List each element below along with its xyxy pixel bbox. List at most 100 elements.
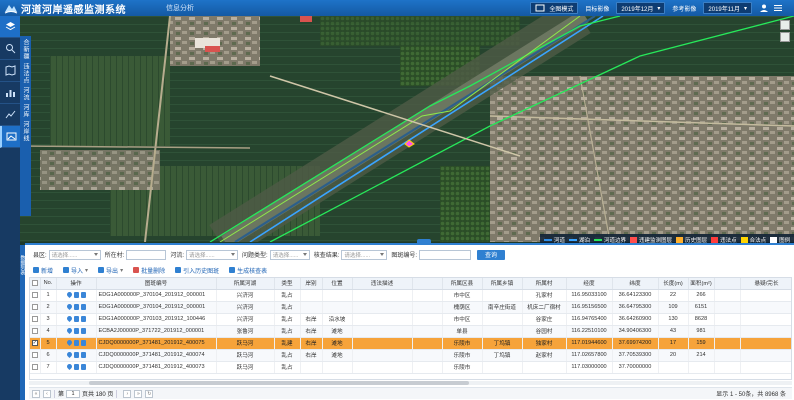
generate-report-button[interactable]: 生成核查表 xyxy=(229,266,267,275)
row-checkbox[interactable] xyxy=(31,315,38,322)
cell-bank: 右岸 xyxy=(300,313,323,326)
row-checkbox-cell[interactable] xyxy=(30,349,41,362)
row-checkbox-cell[interactable]: ✓ xyxy=(30,337,41,350)
panel-collapse-toggle[interactable] xyxy=(417,239,431,245)
legend-swatch xyxy=(569,239,578,241)
row-checkbox-cell[interactable] xyxy=(30,301,41,314)
edit-icon[interactable] xyxy=(73,363,79,370)
user-menu[interactable] xyxy=(755,2,791,14)
row-checkbox[interactable]: ✓ xyxy=(31,339,38,346)
row-checkbox-cell[interactable] xyxy=(30,313,41,326)
row-checkbox-cell[interactable] xyxy=(30,325,41,338)
edit-icon[interactable] xyxy=(73,339,79,346)
edit-icon[interactable] xyxy=(73,303,79,310)
export-button[interactable]: 导出 ▾ xyxy=(98,266,123,275)
delete-icon[interactable] xyxy=(80,363,86,370)
table-row[interactable]: ✓ 5 CJDQ0000000P_371481_201912_400075 跃马河 乱建… xyxy=(30,337,791,350)
table-row[interactable]: 7 CJDQ0000000P_371481_201912_400073 跃马河 乱占 乐… xyxy=(30,361,791,374)
village-input[interactable] xyxy=(126,249,167,260)
locate-icon[interactable] xyxy=(65,326,73,334)
result-select[interactable]: 请选择...... xyxy=(341,249,388,260)
row-checkbox[interactable] xyxy=(31,291,38,298)
delete-icon[interactable] xyxy=(80,339,86,346)
batch-delete-button[interactable]: 批量删除 xyxy=(133,266,165,275)
last-page-button[interactable]: » xyxy=(134,389,143,398)
row-checkbox[interactable] xyxy=(31,363,38,370)
cell-type: 乱占 xyxy=(274,325,301,338)
delete-icon[interactable] xyxy=(80,315,86,322)
column-header: 违法描述 xyxy=(352,278,413,290)
cell-empty xyxy=(714,301,741,314)
locate-icon[interactable] xyxy=(65,350,73,358)
zoom-out-button[interactable] xyxy=(780,32,790,42)
full-map-mode-button[interactable]: 全图模式 xyxy=(530,2,579,14)
edit-icon[interactable] xyxy=(73,351,79,358)
row-checkbox-cell[interactable] xyxy=(30,289,41,302)
cell-type: 乱占 xyxy=(274,313,301,326)
cell-lat: 34.90406300 xyxy=(612,325,659,338)
scrollbar-thumb[interactable] xyxy=(89,381,469,385)
layer-toggle-2[interactable]: 河流 xyxy=(21,87,30,101)
prev-page-button[interactable]: ‹ xyxy=(43,389,51,398)
river-select[interactable]: 请选择...... xyxy=(186,249,239,260)
delete-icon[interactable] xyxy=(80,327,86,334)
locate-icon[interactable] xyxy=(65,302,73,310)
tab-info-analysis[interactable]: 信息分析 xyxy=(166,3,194,13)
table-row[interactable]: 1 EDG1A000000P_370104_201912_000001 兴济河 乱占 市… xyxy=(30,289,791,302)
import-button[interactable]: 导入 ▾ xyxy=(63,266,88,275)
satellite-map[interactable] xyxy=(20,16,794,242)
locate-icon[interactable] xyxy=(65,338,73,346)
row-checkbox[interactable] xyxy=(31,327,38,334)
cell-pos xyxy=(322,361,353,374)
select-all-checkbox[interactable] xyxy=(30,278,41,290)
layer-toggle-0[interactable]: 合新疆 xyxy=(21,39,30,60)
table-row[interactable]: 4 ECBA2J00000P_371722_201912_000001 张鲁河 乱占右… xyxy=(30,325,791,338)
layer-toggle-4[interactable]: 河岸线 xyxy=(21,121,30,142)
issue-type-select[interactable]: 请选择...... xyxy=(269,249,310,260)
next-page-button[interactable]: › xyxy=(123,389,132,398)
sidebar-item-search[interactable] xyxy=(0,38,20,60)
sidebar-item-chart[interactable] xyxy=(0,82,20,104)
result-label: 核查结果: xyxy=(313,253,340,259)
edit-icon[interactable] xyxy=(73,327,79,334)
locate-icon[interactable] xyxy=(65,362,73,370)
checkbox-icon[interactable] xyxy=(31,280,38,286)
edit-icon[interactable] xyxy=(73,315,79,322)
sidebar-item-list[interactable] xyxy=(0,104,20,126)
delete-icon[interactable] xyxy=(80,291,86,298)
locate-icon[interactable] xyxy=(65,290,73,298)
layer-toggle-1[interactable]: 违法点 xyxy=(21,63,30,84)
sidebar-item-image[interactable] xyxy=(0,126,20,148)
locate-icon[interactable] xyxy=(65,314,73,322)
column-header: 所属村 xyxy=(522,278,567,290)
village-label: 所在村: xyxy=(104,253,125,259)
county-label: 县区: xyxy=(33,253,47,259)
refresh-button[interactable]: ↻ xyxy=(145,389,154,398)
horizontal-scrollbar[interactable] xyxy=(29,381,792,385)
row-number: 5 xyxy=(40,337,57,350)
sidebar-item-map[interactable] xyxy=(0,60,20,82)
ref-date-select[interactable]: 2019年11月 ▾ xyxy=(703,2,752,14)
delete-icon[interactable] xyxy=(80,303,86,310)
page-number-input[interactable]: 1 xyxy=(66,389,81,398)
zoom-in-button[interactable] xyxy=(780,20,790,30)
add-button[interactable]: 新增 xyxy=(33,266,53,275)
query-button[interactable]: 查询 xyxy=(477,249,506,260)
layer-toggle-3[interactable]: 河库 xyxy=(21,104,30,118)
table-row[interactable]: 2 EDG1A000000P_370104_201912_000001 兴济河 乱占 槐… xyxy=(30,301,791,314)
row-checkbox-cell[interactable] xyxy=(30,361,41,374)
import-history-button[interactable]: 引入历史图斑 xyxy=(175,266,219,275)
table-row[interactable]: 3 EDG1A000000P_370103_201912_100446 兴济河 乱占右… xyxy=(30,313,791,326)
code-input[interactable] xyxy=(419,249,472,260)
target-date-select[interactable]: 2019年12月 ▾ xyxy=(616,2,666,14)
sidebar-item-layers[interactable] xyxy=(0,16,20,38)
row-checkbox[interactable] xyxy=(31,303,38,310)
cell-len: 17 xyxy=(658,337,689,350)
county-select[interactable]: 请选择...... xyxy=(48,249,101,260)
delete-icon[interactable] xyxy=(80,351,86,358)
edit-icon[interactable] xyxy=(73,291,79,298)
table-row[interactable]: 6 CJDQ0000000P_371481_201912_400074 跃马河 乱占右… xyxy=(30,349,791,362)
cell-pos: 滩地 xyxy=(322,325,353,338)
row-checkbox[interactable] xyxy=(31,351,38,358)
first-page-button[interactable]: « xyxy=(32,389,40,398)
